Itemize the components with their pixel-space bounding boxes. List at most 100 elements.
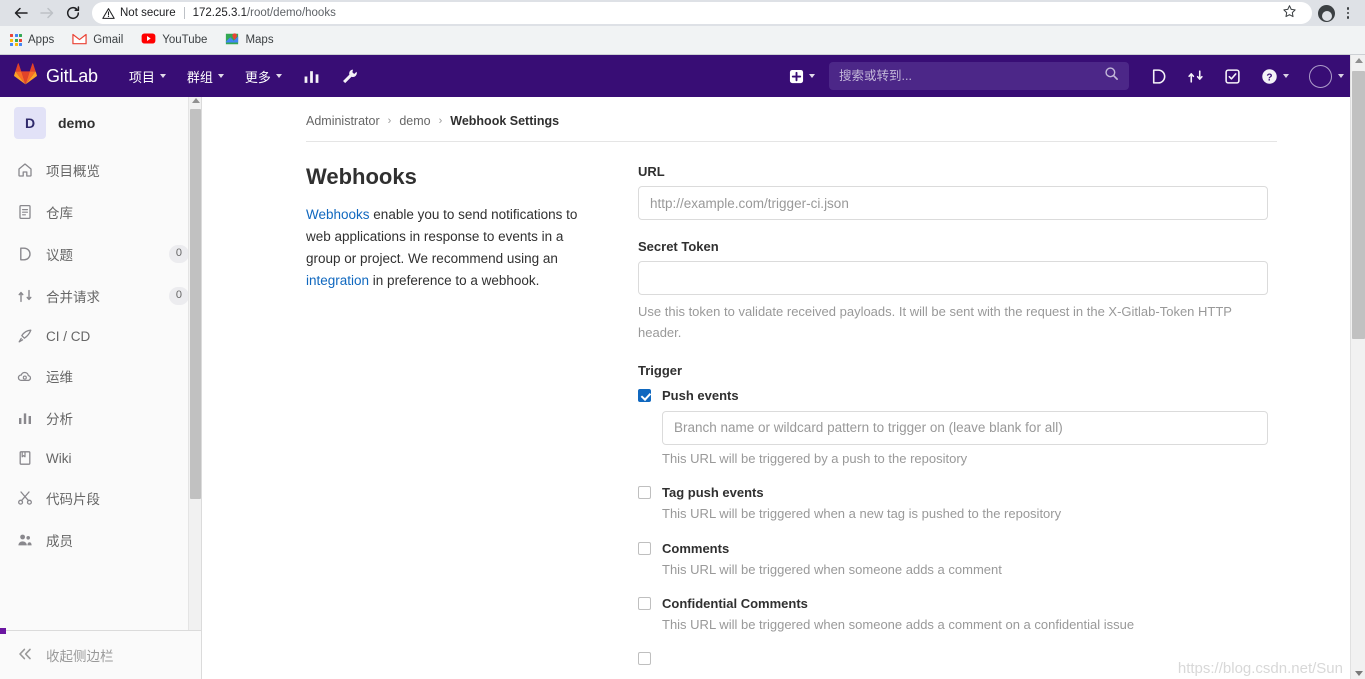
tag-push-events-label: Tag push events	[662, 485, 764, 501]
tag-push-events-description: This URL will be triggered when a new ta…	[662, 506, 1062, 522]
youtube-icon	[141, 33, 156, 47]
scroll-up-arrow-icon[interactable]	[192, 98, 200, 103]
bookmark-youtube[interactable]: YouTube	[141, 33, 207, 47]
trigger-push-events: Push events This URL will be triggered b…	[638, 388, 1268, 469]
users-icon	[17, 532, 33, 548]
breadcrumb-separator: ›	[438, 115, 443, 127]
breadcrumb-item-current: Webhook Settings	[450, 114, 560, 128]
svg-text:?: ?	[1266, 72, 1272, 83]
confidential-comments-label: Confidential Comments	[662, 596, 808, 612]
gmail-icon	[72, 33, 87, 48]
collapse-sidebar-button[interactable]: 收起侧边栏	[0, 631, 201, 679]
url-label: URL	[638, 164, 665, 179]
apps-grid-icon	[10, 34, 22, 46]
secret-token-label: Secret Token	[638, 239, 719, 254]
chrome-menu-button[interactable]	[1339, 3, 1357, 23]
todos-icon[interactable]	[1215, 62, 1250, 91]
omnibox-divider	[183, 7, 185, 19]
scroll-up-arrow-icon[interactable]	[1354, 58, 1363, 63]
push-events-checkbox[interactable]	[638, 388, 651, 402]
collapse-sidebar-label: 收起侧边栏	[46, 649, 114, 664]
bookmark-label: Gmail	[93, 34, 124, 46]
browser-toolbar: Not secure 172.25.3.1/root/demo/hooks	[0, 0, 1365, 26]
sidebar-item-ci-cd[interactable]: CI / CD	[0, 317, 201, 355]
bookmark-gmail[interactable]: Gmail	[72, 33, 123, 48]
gitlab-logo-icon	[14, 62, 37, 90]
sidebar-scrollbar[interactable]	[188, 97, 201, 630]
cloud-gear-icon	[17, 368, 33, 384]
sidebar-item-label: Wiki	[46, 450, 72, 466]
sidebar-item-issues[interactable]: 议题 0	[0, 233, 201, 275]
reload-button[interactable]	[60, 2, 86, 24]
bookmark-label: Apps	[28, 34, 55, 46]
admin-wrench-icon[interactable]	[332, 62, 367, 91]
new-item-button[interactable]	[783, 65, 821, 88]
forward-button[interactable]	[34, 2, 60, 24]
secret-token-field-group: Secret Token Use this token to validate …	[638, 239, 1268, 344]
page-title: Webhooks	[306, 164, 417, 189]
nav-item-more[interactable]: 更多	[236, 61, 291, 92]
page-scrollbar[interactable]	[1350, 55, 1365, 679]
breadcrumb-item-administrator[interactable]: Administrator	[306, 114, 380, 128]
sidebar-scroll-area: D demo 项目概览 仓库 议题 0 合并请求 0 CI / CD 运维 分析…	[0, 97, 201, 630]
desc-text-part-2: in preference to a webhook.	[369, 272, 540, 288]
page-scrollbar-thumb[interactable]	[1352, 71, 1365, 339]
search-icon[interactable]	[1104, 66, 1119, 86]
sidebar-item-members[interactable]: 成员	[0, 519, 201, 561]
nav-item-groups[interactable]: 群组	[178, 61, 233, 92]
bookmarks-bar: Apps Gmail YouTube Maps	[0, 26, 1365, 55]
sidebar-item-operations[interactable]: 运维	[0, 355, 201, 397]
bookmark-apps[interactable]: Apps	[10, 34, 54, 46]
next-trigger-checkbox[interactable]	[638, 651, 651, 665]
not-secure-warning-icon	[102, 7, 115, 20]
sidebar-item-badge: 0	[168, 245, 189, 263]
address-bar[interactable]: Not secure 172.25.3.1/root/demo/hooks	[92, 2, 1312, 24]
breadcrumb-item-demo[interactable]: demo	[399, 114, 430, 128]
gitlab-main-menu: 项目 群组 更多	[120, 61, 367, 92]
confidential-comments-checkbox[interactable]	[638, 597, 651, 611]
sidebar-scrollbar-thumb[interactable]	[190, 109, 201, 499]
book-icon	[17, 450, 33, 466]
sidebar-item-label: 议题	[46, 248, 73, 263]
integration-doc-link[interactable]: integration	[306, 273, 369, 288]
bookmark-star-icon[interactable]	[1277, 4, 1302, 22]
gitlab-home-link[interactable]: GitLab	[14, 62, 98, 90]
secret-token-input[interactable]	[638, 261, 1268, 295]
bookmark-maps[interactable]: Maps	[225, 32, 274, 49]
tag-push-events-checkbox[interactable]	[638, 486, 651, 500]
merge-request-icon	[17, 288, 33, 304]
issues-icon[interactable]	[1141, 62, 1176, 91]
url-input[interactable]	[638, 186, 1268, 220]
sidebar-item-label: 运维	[46, 370, 73, 385]
analytics-icon[interactable]	[294, 62, 329, 91]
bookmark-label: Maps	[245, 34, 274, 46]
rocket-icon	[17, 328, 33, 344]
nav-item-projects[interactable]: 项目	[120, 61, 175, 92]
sidebar-project-header[interactable]: D demo	[0, 97, 201, 149]
project-avatar: D	[14, 107, 46, 139]
sidebar-item-merge-requests[interactable]: 合并请求 0	[0, 275, 201, 317]
project-sidebar: D demo 项目概览 仓库 议题 0 合并请求 0 CI / CD 运维 分析…	[0, 97, 202, 679]
repository-icon	[17, 204, 33, 220]
sidebar-footer: 收起侧边栏	[0, 628, 201, 679]
section-description: Webhooks enable you to send notification…	[306, 204, 590, 291]
user-menu[interactable]	[1300, 59, 1353, 94]
merge-requests-icon[interactable]	[1178, 62, 1213, 91]
sidebar-item-label: 仓库	[46, 206, 73, 221]
sidebar-item-analytics[interactable]: 分析	[0, 397, 201, 439]
chrome-profile-avatar[interactable]	[1318, 4, 1335, 22]
global-search[interactable]	[829, 62, 1129, 90]
nav-item-label: 群组	[186, 69, 213, 85]
sidebar-item-snippets[interactable]: 代码片段	[0, 477, 201, 519]
scroll-down-arrow-icon[interactable]	[1354, 671, 1363, 676]
comments-checkbox[interactable]	[638, 541, 651, 555]
help-icon[interactable]: ?	[1252, 62, 1298, 91]
sidebar-item-repository[interactable]: 仓库	[0, 191, 201, 233]
webhooks-doc-link[interactable]: Webhooks	[306, 207, 370, 222]
push-events-branch-input[interactable]	[662, 410, 1268, 445]
back-button[interactable]	[8, 2, 34, 24]
sidebar-item-wiki[interactable]: Wiki	[0, 439, 201, 477]
search-input[interactable]	[839, 69, 1104, 83]
sidebar-item-project-overview[interactable]: 项目概览	[0, 149, 201, 191]
url-path: /root/demo/hooks	[246, 7, 336, 19]
